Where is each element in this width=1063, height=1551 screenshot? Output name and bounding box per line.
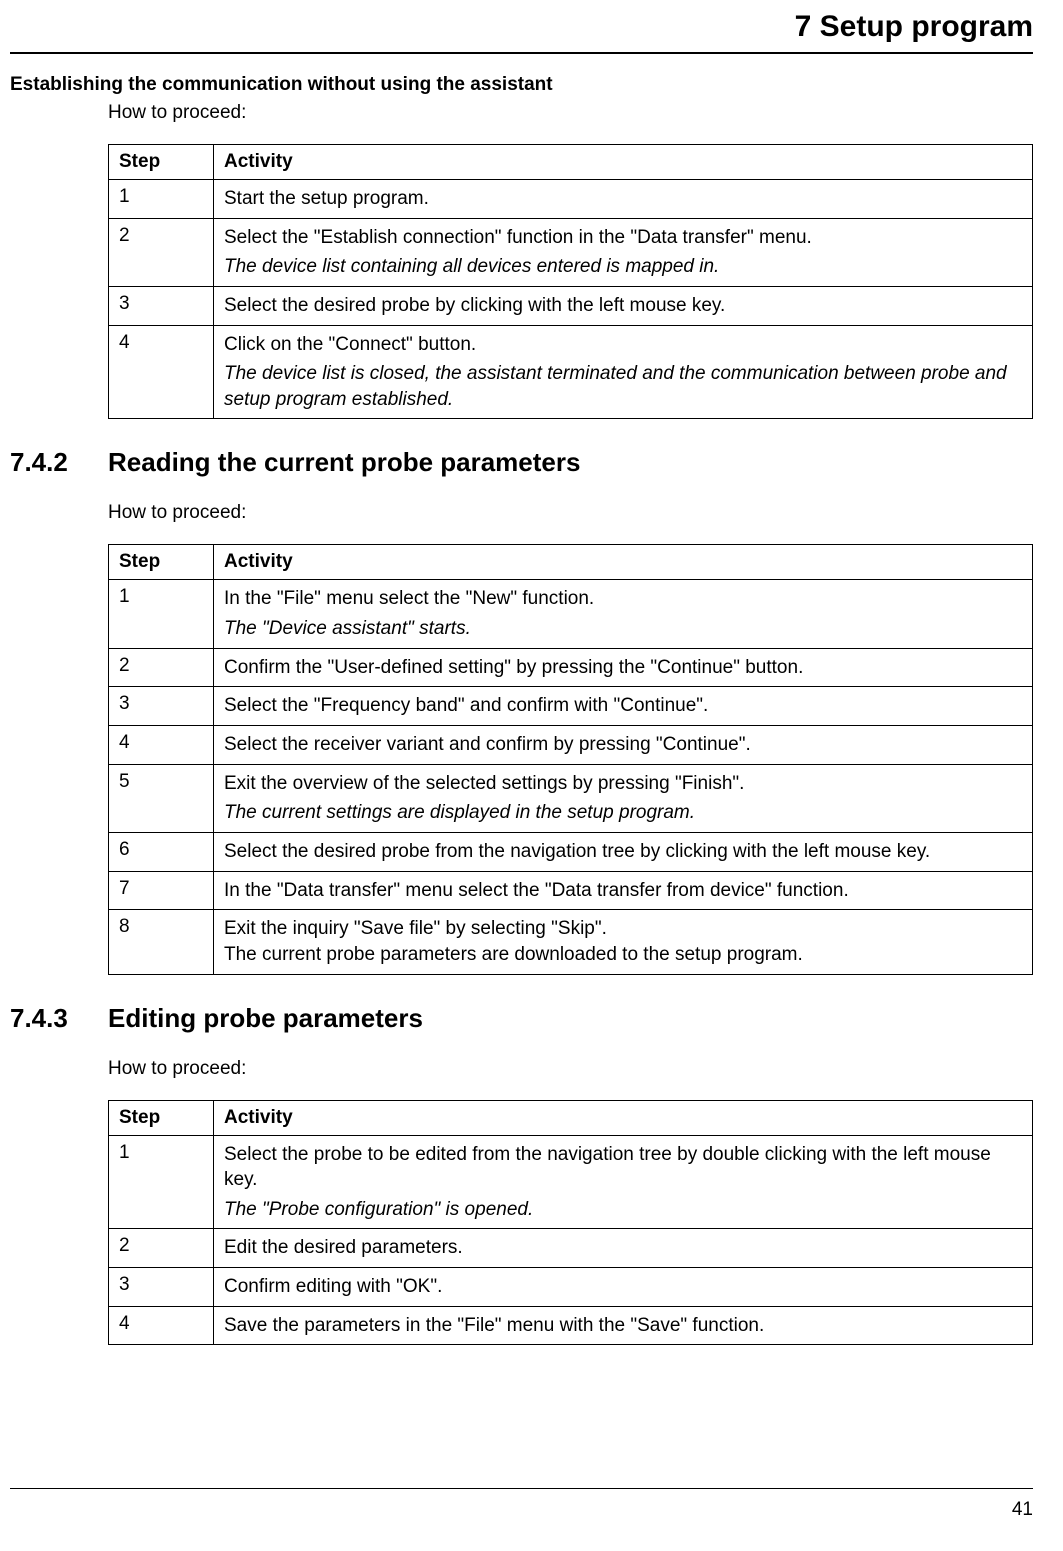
header-activity: Activity [214, 1100, 1033, 1135]
table-row: 2 Select the "Establish connection" funct… [109, 218, 1033, 286]
activity-cell: Select the "Establish connection" functi… [214, 218, 1033, 286]
table-row: 6 Select the desired probe from the navig… [109, 832, 1033, 871]
step-cell: 2 [109, 1229, 214, 1268]
step-cell: 2 [109, 648, 214, 687]
activity-line: Select the receiver variant and confirm … [224, 732, 1022, 758]
activity-line: Select the "Establish connection" functi… [224, 225, 1022, 251]
table-row: 1Select the probe to be edited from the … [109, 1135, 1033, 1229]
activity-line: Confirm the "User-defined setting" by pr… [224, 655, 1022, 681]
activity-cell: Select the receiver variant and confirm … [214, 726, 1033, 765]
activity-line: Exit the overview of the selected settin… [224, 771, 1022, 797]
top-divider [10, 52, 1033, 54]
step-cell: 3 [109, 687, 214, 726]
activity-cell: Save the parameters in the "File" menu w… [214, 1306, 1033, 1345]
section2-heading-row: 7.4.3 Editing probe parameters [10, 1003, 1033, 1034]
step-cell: 3 [109, 1268, 214, 1307]
activity-cell: Select the probe to be edited from the n… [214, 1135, 1033, 1229]
activity-cell: Select the desired probe by clicking wit… [214, 286, 1033, 325]
activity-cell: Select the desired probe from the naviga… [214, 832, 1033, 871]
activity-cell: Exit the overview of the selected settin… [214, 764, 1033, 832]
activity-cell: Edit the desired parameters. [214, 1229, 1033, 1268]
section2-title: Editing probe parameters [108, 1003, 423, 1034]
section0-proceed: How to proceed: [108, 102, 1033, 124]
section1-heading-row: 7.4.2 Reading the current probe paramete… [10, 447, 1033, 478]
section2-number: 7.4.3 [10, 1003, 108, 1034]
activity-line: Edit the desired parameters. [224, 1235, 1022, 1261]
activity-cell: Click on the "Connect" button. The device… [214, 325, 1033, 419]
section2-proceed: How to proceed: [108, 1058, 1033, 1080]
header-activity: Activity [214, 545, 1033, 580]
activity-line: The current probe parameters are downloa… [224, 942, 1022, 968]
table-row: 1 Start the setup program. [109, 180, 1033, 219]
table-row: 2 Edit the desired parameters. [109, 1229, 1033, 1268]
table-row: 4 Click on the "Connect" button. The devic… [109, 325, 1033, 419]
activity-line: In the "Data transfer" menu select the "… [224, 878, 1022, 904]
step-cell: 1 [109, 180, 214, 219]
activity-line: Select the desired probe by clicking wit… [224, 293, 1022, 319]
step-cell: 1 [109, 1135, 214, 1229]
step-cell: 4 [109, 1306, 214, 1345]
activity-line: The device list is closed, the assistant… [224, 361, 1022, 412]
activity-cell: In the "Data transfer" menu select the "… [214, 871, 1033, 910]
activity-line: The current settings are displayed in th… [224, 800, 1022, 826]
section1-title: Reading the current probe parameters [108, 447, 580, 478]
section1-table: Step Activity 1 In the "File" menu select… [108, 544, 1033, 974]
header-activity: Activity [214, 145, 1033, 180]
table-row: 2 Confirm the "User-defined setting" by p… [109, 648, 1033, 687]
section1-proceed: How to proceed: [108, 502, 1033, 524]
activity-cell: Start the setup program. [214, 180, 1033, 219]
step-cell: 8 [109, 910, 214, 974]
header-step: Step [109, 545, 214, 580]
section0-table: Step Activity 1 Start the setup program. 2… [108, 144, 1033, 419]
activity-line: In the "File" menu select the "New" func… [224, 586, 1022, 612]
table-header-row: Step Activity [109, 145, 1033, 180]
table-row: 4 Save the parameters in the "File" menu … [109, 1306, 1033, 1345]
activity-line: Exit the inquiry "Save file" by selectin… [224, 916, 1022, 942]
activity-cell: Confirm editing with "OK". [214, 1268, 1033, 1307]
activity-cell: In the "File" menu select the "New" func… [214, 580, 1033, 648]
activity-line: Select the "Frequency band" and confirm … [224, 693, 1022, 719]
activity-line: The "Device assistant" starts. [224, 616, 1022, 642]
section0-heading: Establishing the communication without u… [10, 74, 1033, 96]
activity-line: Select the probe to be edited from the n… [224, 1142, 1022, 1193]
step-cell: 6 [109, 832, 214, 871]
activity-cell: Exit the inquiry "Save file" by selectin… [214, 910, 1033, 974]
table-row: 8 Exit the inquiry "Save file" by selecti… [109, 910, 1033, 974]
step-cell: 7 [109, 871, 214, 910]
header-step: Step [109, 1100, 214, 1135]
table-row: 7 In the "Data transfer" menu select the … [109, 871, 1033, 910]
table-row: 4 Select the receiver variant and confirm… [109, 726, 1033, 765]
page-footer: 41 [10, 1488, 1033, 1521]
table-row: 1 In the "File" menu select the "New" fun… [109, 580, 1033, 648]
table-header-row: Step Activity [109, 545, 1033, 580]
chapter-title: 7 Setup program [10, 10, 1033, 44]
step-cell: 3 [109, 286, 214, 325]
section2-table: Step Activity 1Select the probe to be ed… [108, 1100, 1033, 1346]
activity-cell: Select the "Frequency band" and confirm … [214, 687, 1033, 726]
activity-line: Save the parameters in the "File" menu w… [224, 1313, 1022, 1339]
table-row: 3 Select the "Frequency band" and confirm… [109, 687, 1033, 726]
table-header-row: Step Activity [109, 1100, 1033, 1135]
header-step: Step [109, 145, 214, 180]
step-cell: 5 [109, 764, 214, 832]
activity-cell: Confirm the "User-defined setting" by pr… [214, 648, 1033, 687]
table-row: 5 Exit the overview of the selected setti… [109, 764, 1033, 832]
activity-line: Confirm editing with "OK". [224, 1274, 1022, 1300]
step-cell: 4 [109, 325, 214, 419]
step-cell: 2 [109, 218, 214, 286]
step-cell: 1 [109, 580, 214, 648]
table-row: 3 Select the desired probe by clicking wi… [109, 286, 1033, 325]
section1-number: 7.4.2 [10, 447, 108, 478]
page-number: 41 [10, 1499, 1033, 1521]
footer-divider [10, 1488, 1033, 1489]
activity-line: The "Probe configuration" is opened. [224, 1197, 1022, 1223]
activity-line: Click on the "Connect" button. [224, 332, 1022, 358]
step-cell: 4 [109, 726, 214, 765]
table-row: 3 Confirm editing with "OK". [109, 1268, 1033, 1307]
activity-line: Start the setup program. [224, 186, 1022, 212]
activity-line: The device list containing all devices e… [224, 254, 1022, 280]
activity-line: Select the desired probe from the naviga… [224, 839, 1022, 865]
